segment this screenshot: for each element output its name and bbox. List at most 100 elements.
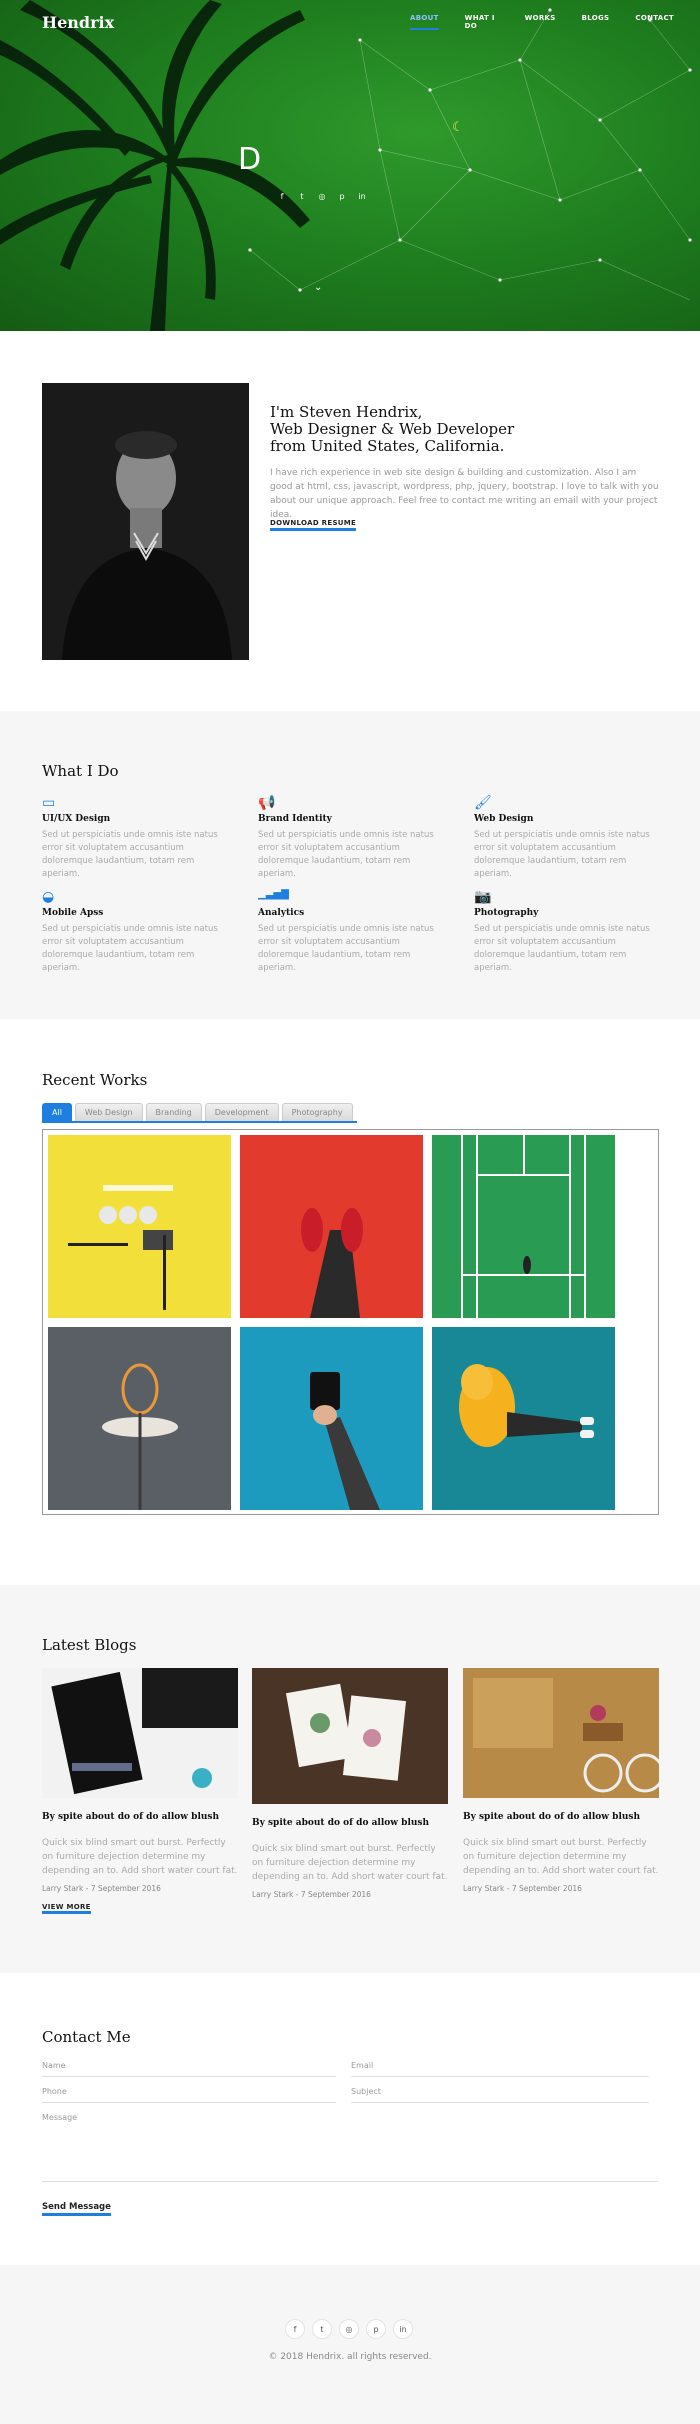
work-item-coffee-mug[interactable] (240, 1327, 423, 1510)
paint-brush-icon: 🖌 (474, 795, 492, 811)
tab-branding[interactable]: Branding (145, 1103, 202, 1121)
hero-typed-text: D (238, 142, 262, 177)
nav-contact[interactable]: CONTACT (635, 14, 674, 30)
contact-title: Contact Me (42, 2028, 131, 2046)
work-item-basketball-hoop[interactable] (48, 1327, 231, 1510)
tab-development[interactable]: Development (204, 1103, 279, 1121)
blog-card: By spite about do of do allow blush Quic… (463, 1668, 659, 1893)
works-title: Recent Works (42, 1071, 148, 1089)
work-item-yellow-hoodie[interactable] (432, 1327, 615, 1510)
twitter-icon[interactable]: t (296, 192, 308, 201)
pinterest-icon[interactable]: p (336, 192, 348, 201)
footer-social-links: f t ◎ p in (285, 2319, 413, 2339)
works-filter-tabs: All Web Design Branding Development Phot… (42, 1103, 356, 1121)
service-description: Sed ut perspiciatis unde omnis iste natu… (474, 924, 650, 973)
work-item-yellow-flatlay[interactable] (48, 1135, 231, 1318)
message-label: Message (42, 2113, 78, 2122)
view-more-link[interactable]: VIEW MORE (42, 1903, 91, 1914)
message-textarea[interactable] (42, 2125, 658, 2182)
profile-photo (42, 383, 249, 660)
services-title: What I Do (42, 762, 119, 780)
about-heading-line: I'm Steven Hendrix, (270, 403, 423, 421)
about-heading-line: Web Designer & Web Developer (270, 420, 515, 438)
about-heading-line: from United States, California. (270, 437, 505, 455)
tab-web-design[interactable]: Web Design (74, 1103, 143, 1121)
footer (0, 2265, 700, 2424)
blog-title[interactable]: By spite about do of do allow blush (42, 1812, 238, 1822)
facebook-icon[interactable]: f (285, 2319, 305, 2339)
constellation-background (0, 0, 692, 331)
twitter-icon[interactable]: t (312, 2319, 332, 2339)
service-item: ▭ UI/UX Design Sed ut perspiciatis unde … (42, 795, 232, 881)
about-description: I have rich experience in web site desig… (270, 468, 659, 520)
service-name: Photography (474, 908, 539, 918)
blog-excerpt: Quick six blind smart out burst. Perfect… (252, 1844, 448, 1882)
service-name: UI/UX Design (42, 814, 111, 824)
nav-what-i-do[interactable]: WHAT I DO (465, 14, 499, 30)
blog-image[interactable] (463, 1668, 659, 1798)
subject-field-underline (351, 2102, 649, 2103)
service-description: Sed ut perspiciatis unde omnis iste natu… (258, 830, 434, 879)
service-item: 📢 Brand Identity Sed ut perspiciatis und… (258, 795, 448, 881)
name-field[interactable]: Name (42, 2061, 66, 2070)
main-nav: ABOUT WHAT I DO WORKS BLOGS CONTACT (410, 14, 700, 30)
nav-works[interactable]: WORKS (525, 14, 556, 30)
blog-card: By spite about do of do allow blush Quic… (252, 1668, 448, 1899)
hero-social-links: f t ◎ p in (276, 192, 368, 201)
about-heading: I'm Steven Hendrix, Web Designer & Web D… (270, 404, 570, 455)
tab-photography[interactable]: Photography (281, 1103, 353, 1121)
moon-icon: ☾ (452, 120, 464, 135)
email-field[interactable]: Email (351, 2061, 373, 2070)
subject-field[interactable]: Subject (351, 2087, 381, 2096)
portrait-illustration (42, 383, 249, 660)
tab-all[interactable]: All (42, 1103, 72, 1121)
service-item: 🖌 Web Design Sed ut perspiciatis unde om… (474, 795, 664, 881)
blog-excerpt: Quick six blind smart out burst. Perfect… (42, 1838, 238, 1876)
blog-image[interactable] (252, 1668, 448, 1804)
instagram-icon[interactable]: ◎ (316, 192, 328, 201)
email-field-underline (351, 2076, 649, 2077)
phone-field-underline (42, 2102, 336, 2103)
bar-chart-icon: ▁▃▅▇ (258, 889, 289, 900)
instagram-icon[interactable]: ◎ (339, 2319, 359, 2339)
nav-about[interactable]: ABOUT (410, 14, 439, 30)
name-field-underline (42, 2076, 336, 2077)
service-description: Sed ut perspiciatis unde omnis iste natu… (42, 924, 218, 973)
blog-meta: Larry Stark - 7 September 2016 (463, 1884, 582, 1893)
android-icon: ◒ (42, 889, 55, 905)
blog-excerpt: Quick six blind smart out burst. Perfect… (463, 1838, 659, 1876)
blog-meta: Larry Stark - 7 September 2016 (42, 1884, 161, 1893)
service-name: Web Design (474, 814, 534, 824)
blog-card: By spite about do of do allow blush Quic… (42, 1668, 238, 1914)
blog-image[interactable] (42, 1668, 238, 1798)
download-resume-link[interactable]: DOWNLOAD RESUME (270, 519, 357, 531)
scroll-down-icon[interactable]: ⌄ (314, 282, 322, 293)
copyright-text: © 2018 Hendrix. all rights reserved. (268, 2352, 432, 2362)
nav-blogs[interactable]: BLOGS (582, 14, 610, 30)
megaphone-icon: 📢 (258, 795, 276, 811)
work-item-red-sneakers[interactable] (240, 1135, 423, 1318)
phone-field[interactable]: Phone (42, 2087, 67, 2096)
pinterest-icon[interactable]: p (366, 2319, 386, 2339)
camera-icon: 📷 (474, 889, 492, 905)
service-item: ▁▃▅▇ Analytics Sed ut perspiciatis unde … (258, 889, 448, 975)
work-item-tennis-court[interactable] (432, 1135, 615, 1318)
facebook-icon[interactable]: f (276, 192, 288, 201)
blog-title[interactable]: By spite about do of do allow blush (463, 1812, 659, 1822)
hero-banner: Hendrix ABOUT WHAT I DO WORKS BLOGS CONT… (0, 0, 700, 331)
laptop-icon: ▭ (42, 795, 56, 811)
service-description: Sed ut perspiciatis unde omnis iste natu… (474, 830, 650, 879)
service-name: Analytics (258, 908, 305, 918)
service-name: Brand Identity (258, 814, 332, 824)
works-gallery (42, 1129, 659, 1515)
linkedin-icon[interactable]: in (356, 192, 368, 201)
blogs-title: Latest Blogs (42, 1636, 137, 1654)
tabs-underline (42, 1121, 357, 1123)
linkedin-icon[interactable]: in (393, 2319, 413, 2339)
service-item: ◒ Mobile Apss Sed ut perspiciatis unde o… (42, 889, 232, 975)
service-description: Sed ut perspiciatis unde omnis iste natu… (258, 924, 434, 973)
brand-logo[interactable]: Hendrix (42, 13, 114, 32)
blog-title[interactable]: By spite about do of do allow blush (252, 1818, 448, 1828)
send-message-button[interactable]: Send Message (42, 2202, 111, 2216)
palm-tree-silhouette (0, 0, 310, 331)
